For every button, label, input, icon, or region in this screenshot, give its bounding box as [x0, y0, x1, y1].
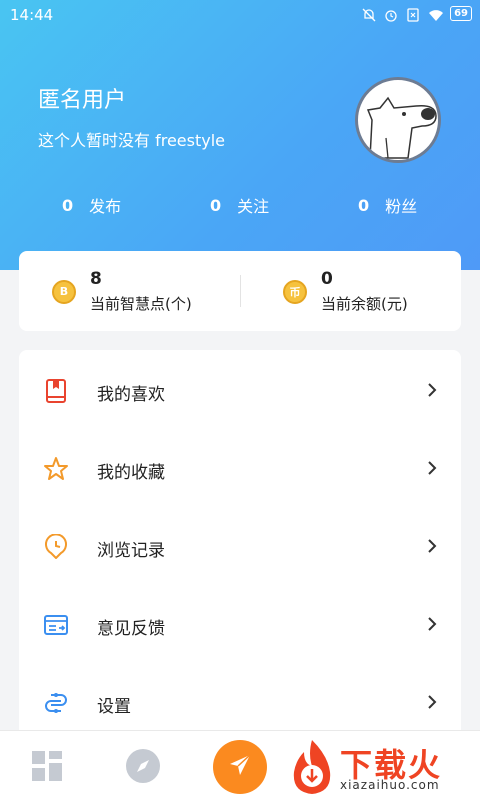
chevron-right-icon [425, 460, 439, 475]
feedback-icon [43, 612, 69, 638]
tab-discover[interactable] [124, 731, 164, 801]
chevron-right-icon [425, 538, 439, 553]
stat-value: 0 [210, 195, 222, 215]
wisdom-points[interactable]: B 8 当前智慧点(个) [52, 269, 192, 314]
wisdom-points-value: 8 [90, 269, 102, 289]
stat-label: 关注 [237, 197, 270, 216]
stat-label: 发布 [89, 197, 122, 216]
wifi-icon [428, 7, 444, 21]
menu-item-settings[interactable]: 设置 [19, 666, 461, 736]
stats-row: 0 发布 0 关注 0 粉丝 [0, 193, 480, 217]
coin-yuan-icon: 币 [283, 279, 307, 304]
flame-logo-icon [293, 740, 331, 794]
menu-list: 我的喜欢 我的收藏 浏览记录 意见反馈 设置 [19, 350, 461, 750]
stat-fans[interactable]: 0 粉丝 [358, 193, 417, 217]
wallet-divider [240, 275, 241, 307]
menu-label: 意见反馈 [97, 619, 165, 639]
send-icon [226, 751, 254, 783]
compass-icon [124, 749, 162, 789]
wisdom-points-label: 当前智慧点(个) [90, 295, 192, 313]
menu-item-history[interactable]: 浏览记录 [19, 510, 461, 580]
mute-bell-icon [362, 7, 376, 21]
stat-label: 粉丝 [385, 197, 418, 216]
tab-home[interactable] [30, 731, 66, 801]
menu-label: 浏览记录 [97, 541, 165, 561]
balance[interactable]: 币 0 当前余额(元) [283, 269, 408, 314]
status-icons: 69 [362, 6, 472, 22]
publish-button[interactable] [213, 740, 267, 794]
stat-posts[interactable]: 0 发布 [62, 193, 121, 217]
username[interactable]: 匿名用户 [38, 82, 126, 114]
settings-icon [43, 690, 69, 716]
user-bio: 这个人暂时没有 freestyle [38, 131, 226, 150]
menu-label: 我的收藏 [97, 463, 165, 483]
battery-icon: 69 [450, 6, 472, 21]
dog-avatar-icon [366, 96, 437, 159]
sim-icon [406, 7, 420, 22]
stat-value: 0 [62, 195, 74, 215]
coin-b-icon: B [52, 279, 76, 304]
chevron-right-icon [425, 382, 439, 397]
avatar[interactable] [355, 77, 441, 163]
alarm-icon [384, 7, 398, 22]
stat-value: 0 [358, 195, 370, 215]
clock-pin-icon [43, 533, 69, 560]
profile-header: 14:44 69 匿名用户 这个人暂时没有 freestyle 0 发布 0 关… [0, 0, 480, 270]
balance-label: 当前余额(元) [321, 295, 408, 313]
balance-value: 0 [321, 269, 333, 289]
menu-label: 我的喜欢 [97, 385, 165, 405]
chevron-right-icon [425, 616, 439, 631]
book-icon [43, 378, 69, 404]
status-bar: 14:44 69 [0, 0, 480, 32]
logo-url: xiazaihuo.com [340, 778, 440, 792]
status-time: 14:44 [10, 6, 54, 24]
chevron-right-icon [425, 694, 439, 709]
xiazaihuo-logo: 下载火 xiazaihuo.com [288, 738, 474, 796]
stat-following[interactable]: 0 关注 [210, 193, 269, 217]
menu-item-favorites[interactable]: 我的收藏 [19, 432, 461, 502]
menu-label: 设置 [97, 697, 131, 717]
menu-item-likes[interactable]: 我的喜欢 [19, 354, 461, 424]
wallet-card: B 8 当前智慧点(个) 币 0 当前余额(元) [19, 251, 461, 331]
grid-icon [30, 751, 64, 787]
star-icon [43, 456, 69, 482]
menu-item-feedback[interactable]: 意见反馈 [19, 588, 461, 658]
